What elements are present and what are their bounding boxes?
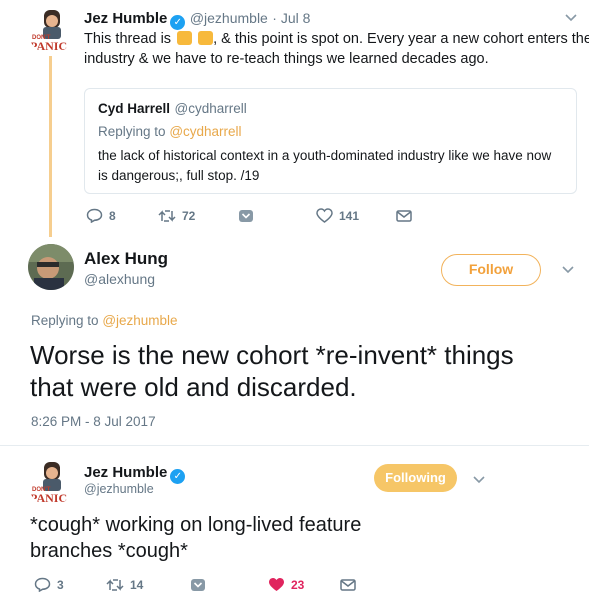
retweet-icon	[158, 209, 176, 222]
tweet-text-line: industry & we have to re-teach things we…	[84, 51, 489, 67]
heart-icon	[316, 208, 333, 223]
quote-text: the lack of historical context in a yout…	[98, 146, 551, 186]
chevron-down-icon[interactable]	[565, 14, 577, 22]
author-name[interactable]: Jez Humble	[84, 10, 167, 27]
avatar[interactable]	[28, 244, 74, 290]
reply-count: 3	[57, 577, 64, 592]
retweet-button[interactable]: 14	[106, 578, 190, 592]
reply-button[interactable]: 8	[86, 208, 158, 223]
like-button[interactable]: 141	[316, 208, 396, 223]
quote-replying-to: Replying to @cydharrell	[98, 124, 242, 139]
quote-author-name: Cyd Harrell	[98, 101, 171, 116]
heart-filled-icon	[269, 578, 284, 591]
author-name[interactable]: Jez Humble	[84, 464, 167, 481]
replying-prefix: Replying to	[31, 313, 99, 328]
author-name[interactable]: Alex Hung	[84, 249, 168, 269]
quote-text-line: is dangerous;, full stop. /19	[98, 168, 260, 183]
quote-text-line: the lack of historical context in a yout…	[98, 148, 552, 163]
tweet-text-line: *cough* working on long-lived feature	[30, 514, 362, 536]
chevron-down-icon[interactable]	[562, 266, 574, 274]
tweet-header: Jez Humble ✓	[84, 464, 186, 484]
tweet-text-line: that were old and discarded.	[30, 372, 357, 402]
retweet-count: 72	[182, 208, 196, 223]
tweet-text-part: This thread is	[84, 31, 172, 47]
tweet-text: Worse is the new cohort *re-invent* thin…	[30, 339, 514, 403]
tweet-text-line: branches *cough*	[30, 540, 188, 562]
author-handle[interactable]: @jezhumble	[190, 10, 268, 26]
reply-icon	[86, 208, 103, 223]
tweet-text: This thread is , & this point is spot on…	[84, 29, 589, 69]
thread-line	[49, 56, 52, 237]
tweet-text-line: Worse is the new cohort *re-invent* thin…	[30, 340, 514, 370]
tweet-actions: 3 14 23	[34, 577, 362, 592]
replying-handle-link[interactable]: @cydharrell	[169, 124, 241, 139]
tweet-timestamp[interactable]: 8:26 PM - 8 Jul 2017	[31, 414, 156, 429]
verified-icon: ✓	[170, 469, 186, 484]
chevron-box-icon	[191, 578, 205, 591]
retweet-icon	[106, 578, 124, 591]
like-button[interactable]: 23	[268, 577, 340, 592]
thumbs-up-emoji	[198, 31, 214, 45]
chevron-down-icon[interactable]	[473, 476, 485, 484]
reply-button[interactable]: 3	[34, 577, 106, 592]
svg-text:PANIC: PANIC	[30, 491, 67, 505]
svg-text:PANIC: PANIC	[30, 39, 67, 53]
message-button[interactable]	[340, 578, 362, 592]
like-count: 23	[291, 577, 305, 592]
chevron-box-icon	[239, 209, 253, 222]
tweet-date[interactable]: · Jul 8	[272, 10, 310, 26]
envelope-icon	[396, 209, 412, 222]
divider	[0, 445, 589, 446]
author-handle[interactable]: @jezhumble	[84, 482, 154, 496]
avatar[interactable]: DON'T PANIC	[28, 460, 74, 506]
quote-author-handle: @cydharrell	[174, 101, 247, 116]
quoted-tweet[interactable]: Cyd Harrell @cydharrell Replying to @cyd…	[84, 88, 577, 194]
tweet-header: Jez Humble ✓ @jezhumble · Jul 8	[84, 10, 310, 30]
message-button[interactable]	[396, 209, 418, 223]
following-button[interactable]: Following	[374, 464, 457, 492]
replying-prefix: Replying to	[98, 124, 166, 139]
reply-count: 8	[109, 208, 116, 223]
verified-icon: ✓	[170, 15, 186, 30]
direct-message-button[interactable]	[190, 578, 268, 592]
retweet-button[interactable]: 72	[158, 209, 238, 223]
thumbs-up-emoji	[177, 31, 193, 45]
like-count: 141	[339, 208, 360, 223]
quote-header: Cyd Harrell @cydharrell	[98, 100, 247, 118]
avatar[interactable]: DON'T PANIC	[28, 8, 74, 54]
tweet-text: *cough* working on long-lived feature br…	[30, 512, 361, 564]
reply-icon	[34, 577, 51, 592]
tweet-actions: 8 72 141	[86, 208, 418, 223]
replying-handle-link[interactable]: @jezhumble	[102, 313, 177, 328]
tweet-text-part: , & this point is spot on. Every year a …	[213, 31, 589, 47]
direct-message-button[interactable]	[238, 209, 316, 223]
author-handle[interactable]: @alexhung	[84, 271, 155, 287]
retweet-count: 14	[130, 577, 144, 592]
envelope-icon	[340, 578, 356, 591]
follow-button[interactable]: Follow	[441, 254, 541, 286]
replying-to: Replying to @jezhumble	[31, 313, 178, 328]
